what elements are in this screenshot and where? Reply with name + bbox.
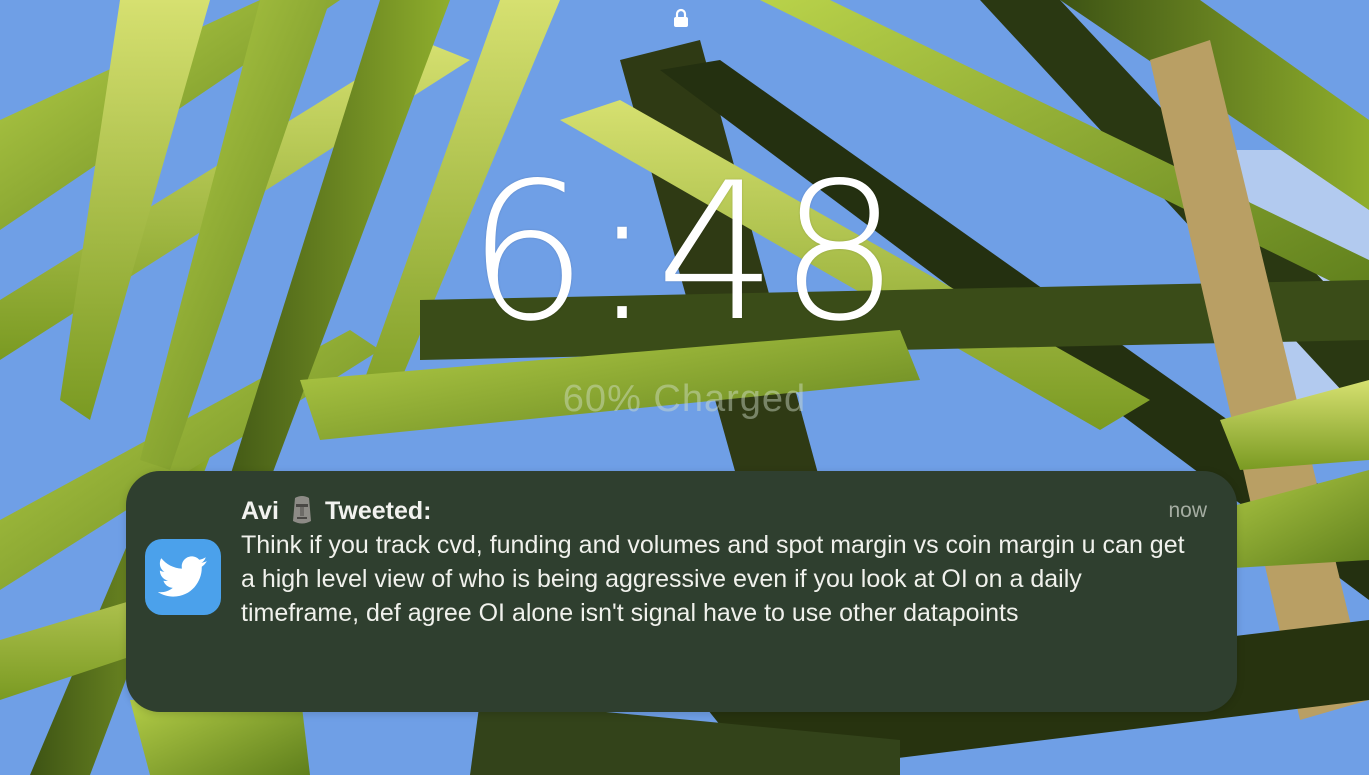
notification-message: Think if you track cvd, funding and volu… (241, 531, 1185, 627)
notification-action: Tweeted: (324, 496, 432, 525)
notification-timestamp: now (1168, 499, 1207, 522)
twitter-bird-icon (145, 539, 221, 615)
notification-sender: Avi (241, 496, 279, 525)
lock-icon (674, 8, 688, 27)
battery-charge-status: 60% Charged (562, 378, 807, 420)
moai-emoji-icon (292, 496, 311, 524)
notification-title: Avi Tweeted: (241, 495, 431, 527)
twitter-notification[interactable]: Avi Tweeted: now Think if you track cvd,… (126, 471, 1237, 712)
lock-screen-clock: 6:48 (467, 142, 902, 363)
